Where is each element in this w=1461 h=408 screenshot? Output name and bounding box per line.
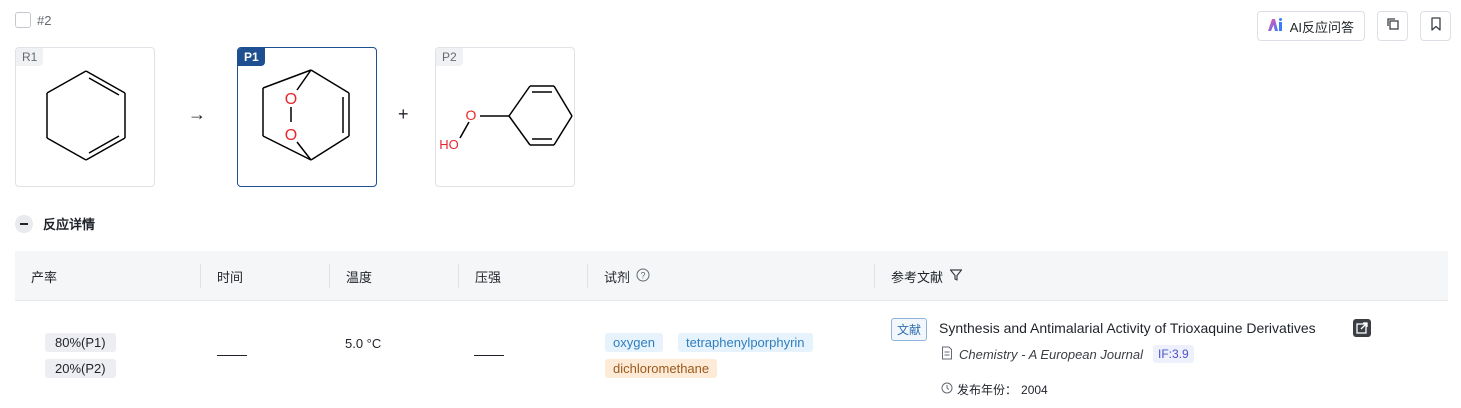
- filter-icon[interactable]: [949, 268, 963, 285]
- help-icon[interactable]: ?: [636, 268, 650, 285]
- product-p2-card[interactable]: O HO P2: [435, 47, 575, 187]
- header-reference: 参考文献: [891, 251, 963, 301]
- copy-button[interactable]: [1377, 11, 1408, 41]
- reagent-chip[interactable]: tetraphenylporphyrin: [678, 333, 813, 352]
- header-temperature: 温度: [346, 269, 373, 285]
- oxygen-label: O: [285, 127, 297, 144]
- external-link-icon[interactable]: [1353, 319, 1371, 337]
- reagent-chip[interactable]: oxygen: [605, 333, 663, 352]
- molecule-tag: P2: [436, 48, 463, 66]
- collapse-icon[interactable]: [15, 214, 33, 233]
- ai-logo-icon: [1266, 17, 1284, 36]
- hydroperoxide-structure: O HO: [439, 85, 573, 152]
- cyclohexadiene-structure: [46, 70, 126, 161]
- reaction-details-header[interactable]: 反应详情: [15, 214, 95, 233]
- temperature-value: 5.0 °C: [345, 336, 382, 351]
- solvent-chip[interactable]: dichloromethane: [605, 359, 718, 378]
- svg-text:?: ?: [641, 270, 646, 280]
- yield-badge: 80%(P1): [45, 333, 116, 352]
- yield-cell: 80%(P1): [45, 333, 116, 352]
- section-title: 反应详情: [43, 217, 96, 232]
- publish-year-row: 发布年份： 2004: [941, 381, 1048, 398]
- hydroxyl-label: HO: [439, 137, 459, 152]
- yield-cell: 20%(P2): [45, 359, 116, 378]
- ai-reaction-qa-button[interactable]: AI反应问答: [1256, 11, 1365, 41]
- oxygen-label: O: [466, 107, 477, 123]
- reference-title-link[interactable]: Synthesis and Antimalarial Activity of T…: [939, 320, 1316, 336]
- details-table-header: 产率 时间 温度 压强 试剂 ? 参考文献: [15, 251, 1448, 301]
- clock-icon: [941, 382, 953, 397]
- copy-icon: [1386, 17, 1400, 36]
- molecule-tag: R1: [16, 48, 44, 66]
- year-value: 2004: [1021, 382, 1048, 397]
- molecule-tag: P1: [238, 48, 265, 66]
- bookmark-icon: [1430, 16, 1442, 36]
- journal-name[interactable]: Chemistry - A European Journal: [959, 347, 1143, 362]
- header-yield: 产率: [31, 269, 58, 285]
- yield-badge: 20%(P2): [45, 359, 116, 378]
- reactant-r1-card[interactable]: R1: [15, 47, 155, 187]
- product-p1-card[interactable]: O O P1: [237, 47, 377, 187]
- journal-icon: [941, 346, 953, 363]
- journal-row: Chemistry - A European Journal IF:3.9: [941, 345, 1194, 363]
- reaction-id: #2: [37, 12, 52, 28]
- pressure-empty: [474, 344, 504, 359]
- endoperoxide-structure: O O: [262, 69, 350, 161]
- header-reagents: 试剂 ?: [604, 251, 650, 301]
- action-bar: AI反应问答: [1256, 11, 1451, 41]
- reaction-header: #2: [15, 12, 51, 28]
- header-pressure: 压强: [475, 269, 502, 285]
- bookmark-button[interactable]: [1420, 11, 1451, 41]
- ai-button-label: AI反应问答: [1289, 19, 1354, 35]
- select-checkbox[interactable]: [15, 12, 31, 28]
- oxygen-label: O: [285, 91, 297, 108]
- header-time: 时间: [217, 269, 244, 285]
- reference-type-tag: 文献: [891, 318, 928, 341]
- impact-factor-badge: IF:3.9: [1153, 345, 1194, 363]
- plus-sign: +: [398, 104, 409, 124]
- year-label: 发布年份：: [957, 383, 1018, 397]
- time-empty: [217, 344, 247, 359]
- reaction-arrow: →: [188, 104, 206, 124]
